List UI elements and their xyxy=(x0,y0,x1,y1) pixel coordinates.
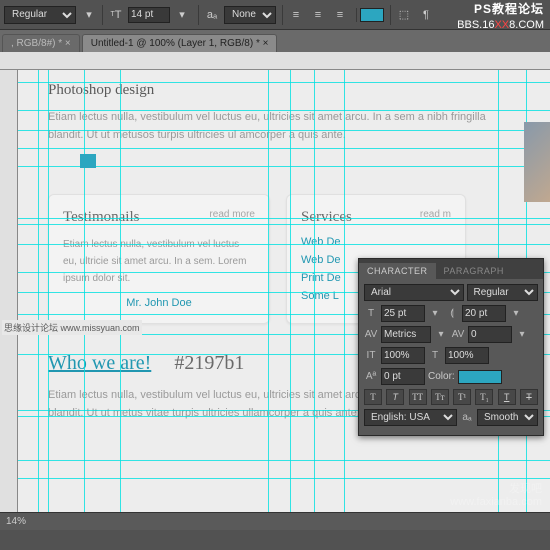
watermark-top: PS教程论坛 BBS.16XX8.COM xyxy=(457,2,544,32)
zoom-level[interactable]: 14% xyxy=(6,516,26,527)
text-color-swatch[interactable] xyxy=(458,370,502,384)
font-size-input[interactable] xyxy=(381,305,425,322)
heading-photoshop-design: Photoshop design xyxy=(48,82,520,99)
status-bar: 14% xyxy=(0,512,550,530)
language-select[interactable]: English: USA xyxy=(364,409,457,426)
ruler-vertical[interactable] xyxy=(0,70,18,530)
slider-handle[interactable] xyxy=(80,154,96,168)
baseline-input[interactable] xyxy=(381,368,425,385)
tab-doc-2[interactable]: Untitled-1 @ 100% (Layer 1, RGB/8) * × xyxy=(82,34,278,52)
leading-icon: ⟬ xyxy=(445,308,459,319)
vscale-icon: IT xyxy=(364,350,378,361)
intro-paragraph: Etiam lectus nulla, vestibulum vel luctu… xyxy=(48,109,520,144)
align-left-icon[interactable]: ≡ xyxy=(286,5,306,25)
warp-text-icon[interactable]: ⬚ xyxy=(394,5,414,25)
superscript-button[interactable]: T¹ xyxy=(453,389,471,405)
baseline-icon: Aª xyxy=(364,371,378,382)
font-family-select[interactable]: Arial xyxy=(364,284,464,301)
antialias-select[interactable]: None xyxy=(224,6,276,24)
subscript-button[interactable]: T₁ xyxy=(475,389,493,405)
font-style-select[interactable]: Regular xyxy=(467,284,538,301)
kerning-input[interactable] xyxy=(381,326,431,343)
font-size-icon: TT xyxy=(106,5,126,25)
watermark-bottom: 发现吧 www.faxianba.com xyxy=(450,480,542,508)
color-label: Color: xyxy=(428,371,455,382)
italic-button[interactable]: T xyxy=(386,389,404,405)
aa-icon: aₐ xyxy=(460,412,474,423)
vscale-input[interactable] xyxy=(381,347,425,364)
text-color-icon[interactable] xyxy=(360,8,384,22)
slider-track xyxy=(48,152,520,172)
underline-button[interactable]: T xyxy=(498,389,516,405)
ruler-horizontal[interactable] xyxy=(0,52,550,70)
hscale-input[interactable] xyxy=(445,347,489,364)
font-size-input[interactable] xyxy=(128,7,170,23)
tab-character[interactable]: CHARACTER xyxy=(359,263,436,279)
service-link[interactable]: Web De xyxy=(301,236,451,248)
align-center-icon[interactable]: ≡ xyxy=(308,5,328,25)
hex-color-label: #2197b1 xyxy=(174,352,244,374)
bold-button[interactable]: T xyxy=(364,389,382,405)
font-weight-select[interactable]: Regular xyxy=(4,6,76,24)
image-thumbnail xyxy=(524,122,550,202)
testimonial-author: Mr. John Doe xyxy=(63,297,255,309)
type-style-buttons: T T TT Tᴛ T¹ T₁ T T xyxy=(364,389,538,405)
document-tabs: , RGB/8#) * × Untitled-1 @ 100% (Layer 1… xyxy=(0,30,550,52)
dropdown-icon[interactable]: ▾ xyxy=(79,5,99,25)
antialias-label: aₐ xyxy=(202,5,222,25)
align-right-icon[interactable]: ≡ xyxy=(330,5,350,25)
watermark-side: 思缘设计论坛 www.missyuan.com xyxy=(2,320,142,335)
strikethrough-button[interactable]: T xyxy=(520,389,538,405)
dropdown-icon[interactable]: ▾ xyxy=(172,5,192,25)
tracking-input[interactable] xyxy=(468,326,512,343)
who-we-are-heading: Who we are! xyxy=(48,352,151,375)
tab-doc-1[interactable]: , RGB/8#) * × xyxy=(2,34,80,52)
allcaps-button[interactable]: TT xyxy=(409,389,427,405)
aa-select[interactable]: Smooth xyxy=(477,409,538,426)
smallcaps-button[interactable]: Tᴛ xyxy=(431,389,449,405)
card-testimonials: Testimonails read more Etiam lectus null… xyxy=(48,194,270,324)
hscale-icon: T xyxy=(428,350,442,361)
leading-input[interactable] xyxy=(462,305,506,322)
char-panel-icon[interactable]: ¶ xyxy=(416,5,436,25)
size-icon: T xyxy=(364,308,378,319)
tracking-icon: AV xyxy=(451,329,465,340)
kerning-icon: AV xyxy=(364,329,378,340)
tab-paragraph[interactable]: PARAGRAPH xyxy=(436,263,512,279)
character-panel[interactable]: CHARACTER PARAGRAPH Arial Regular T ▾ ⟬ … xyxy=(358,258,544,436)
